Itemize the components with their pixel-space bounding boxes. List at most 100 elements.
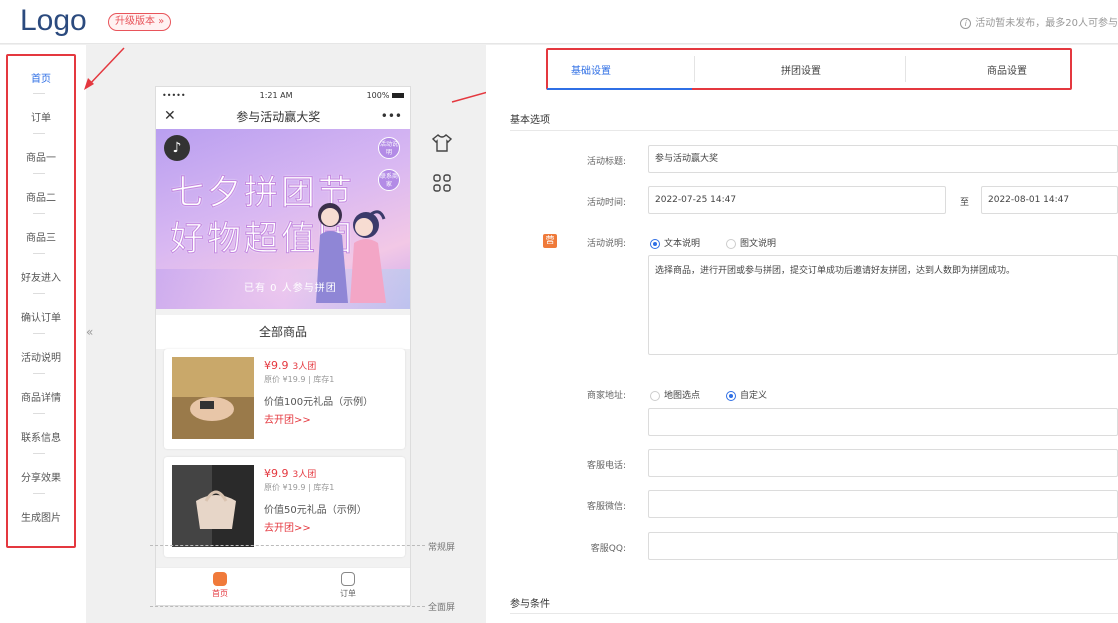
title-input[interactable]: 参与活动赢大奖 bbox=[648, 145, 1118, 173]
phone-title: 参与活动赢大奖 bbox=[236, 109, 321, 124]
product-image bbox=[172, 357, 254, 439]
nav-item-product-1[interactable]: 商品一 bbox=[8, 149, 74, 164]
battery-indicator: 100% bbox=[367, 91, 404, 100]
full-screen-label: 全面屏 bbox=[428, 603, 456, 613]
product-original-price: 原价 ¥19.9 | 库存1 bbox=[264, 375, 335, 384]
address-radio-custom[interactable]: 自定义 bbox=[726, 388, 767, 401]
nav-item-order[interactable]: 订单 bbox=[8, 109, 74, 124]
product-price: ¥9.9 3人团 bbox=[264, 359, 317, 372]
desc-type-radio-text[interactable]: 文本说明 bbox=[650, 236, 700, 249]
nav-separator bbox=[33, 373, 45, 374]
nav-separator bbox=[33, 253, 45, 254]
product-image bbox=[172, 465, 254, 547]
nav-item-activity-desc[interactable]: 活动说明 bbox=[8, 349, 74, 364]
close-icon[interactable]: ✕ bbox=[164, 108, 176, 124]
more-icon[interactable]: ••• bbox=[381, 109, 402, 123]
home-icon bbox=[213, 572, 227, 586]
address-input[interactable] bbox=[648, 408, 1118, 436]
banner: ♪ 七夕拼团节 好物超值团 活动说明 联系商家 已有 0 人参与拼团 bbox=[156, 129, 410, 309]
tab-separator bbox=[905, 56, 906, 82]
logo: Logo bbox=[20, 4, 87, 37]
group-condition-title: 参与条件 bbox=[510, 599, 550, 610]
qq-label: 客服QQ: bbox=[590, 544, 626, 554]
nav-separator bbox=[33, 173, 45, 174]
phone-navbar: ✕ 参与活动赢大奖 ••• bbox=[156, 103, 410, 129]
tab-group-settings[interactable]: 拼团设置 bbox=[781, 62, 821, 77]
nav-item-generate-image[interactable]: 生成图片 bbox=[8, 509, 74, 524]
music-icon[interactable]: ♪ bbox=[164, 135, 190, 161]
tab-order[interactable]: 订单 bbox=[284, 568, 410, 605]
normal-screen-line bbox=[150, 545, 425, 546]
address-label: 商家地址: bbox=[586, 391, 626, 401]
radio-selected-icon bbox=[726, 390, 736, 401]
grid-icon[interactable] bbox=[433, 174, 451, 197]
divider bbox=[510, 130, 1118, 131]
notice-text: 活动暂未发布，最多20人可参与 bbox=[975, 18, 1118, 29]
product-original-price: 原价 ¥19.9 | 库存1 bbox=[264, 483, 335, 492]
radio-icon bbox=[650, 390, 660, 401]
nav-item-share[interactable]: 分享效果 bbox=[8, 469, 74, 484]
product-price: ¥9.9 3人团 bbox=[264, 467, 317, 480]
phone-preview: ••••• 1:21 AM 100% ✕ 参与活动赢大奖 ••• ♪ 七夕拼团节… bbox=[155, 86, 411, 606]
desc-type-radio-image[interactable]: 图文说明 bbox=[726, 236, 776, 249]
signal-icon: ••••• bbox=[162, 90, 186, 100]
product-card[interactable]: ¥9.9 3人团 原价 ¥19.9 | 库存1 价值50元礼品（示例） 去开团>> bbox=[164, 457, 405, 557]
nav-separator bbox=[33, 453, 45, 454]
publish-notice: i 活动暂未发布，最多20人可参与 bbox=[960, 14, 1118, 29]
product-gift: 价值50元礼品（示例） bbox=[264, 505, 367, 516]
marketing-badge: 营 bbox=[543, 234, 557, 248]
wechat-label: 客服微信: bbox=[586, 502, 626, 512]
status-bar: ••••• 1:21 AM 100% bbox=[156, 87, 410, 103]
info-icon: i bbox=[960, 18, 972, 29]
start-group-link[interactable]: 去开团>> bbox=[264, 519, 311, 534]
tab-home[interactable]: 首页 bbox=[156, 568, 284, 605]
nav-separator bbox=[33, 133, 45, 134]
radio-selected-icon bbox=[650, 238, 660, 249]
tab-basic-settings[interactable]: 基础设置 bbox=[571, 62, 611, 77]
start-group-link[interactable]: 去开团>> bbox=[264, 411, 311, 426]
service-wechat-input[interactable] bbox=[648, 490, 1118, 518]
order-icon bbox=[341, 572, 355, 586]
divider bbox=[510, 613, 1118, 614]
nav-item-product-3[interactable]: 商品三 bbox=[8, 229, 74, 244]
radio-icon bbox=[726, 238, 736, 249]
annotation-arrow-left bbox=[84, 47, 125, 90]
nav-item-product-2[interactable]: 商品二 bbox=[8, 189, 74, 204]
nav-separator bbox=[33, 333, 45, 334]
service-qq-input[interactable] bbox=[648, 532, 1118, 560]
time-to-label: 至 bbox=[960, 198, 970, 208]
tab-product-settings[interactable]: 商品设置 bbox=[987, 62, 1027, 77]
top-bar: Logo 升级版本 » i 活动暂未发布，最多20人可参与 bbox=[0, 0, 1118, 44]
upgrade-button[interactable]: 升级版本 » bbox=[108, 13, 172, 31]
status-time: 1:21 AM bbox=[259, 90, 293, 100]
nav-separator bbox=[33, 213, 45, 214]
time-label: 活动时间: bbox=[586, 198, 626, 208]
shirt-icon[interactable] bbox=[431, 134, 453, 157]
address-radio-map[interactable]: 地图选点 bbox=[650, 388, 700, 401]
activity-desc-bubble[interactable]: 活动说明 bbox=[378, 137, 400, 159]
nav-item-friend-enter[interactable]: 好友进入 bbox=[8, 269, 74, 284]
phone-tabbar: 首页 订单 bbox=[156, 567, 410, 605]
desc-textarea[interactable]: 选择商品，进行开团或参与拼团，提交订单成功后邀请好友拼团，达到人数即为拼团成功。 bbox=[648, 255, 1118, 355]
collapse-icon[interactable]: « bbox=[86, 325, 93, 339]
nav-item-contact[interactable]: 联系信息 bbox=[8, 429, 74, 444]
joined-count: 已有 0 人参与拼团 bbox=[244, 283, 337, 294]
service-phone-input[interactable] bbox=[648, 449, 1118, 477]
desc-label: 活动说明: bbox=[586, 239, 626, 249]
product-gift: 价值100元礼品（示例） bbox=[264, 397, 374, 408]
nav-item-confirm-order[interactable]: 确认订单 bbox=[8, 309, 74, 324]
nav-item-home[interactable]: 首页 bbox=[8, 70, 74, 85]
start-time-input[interactable]: 2022-07-25 14:47 bbox=[648, 186, 946, 214]
end-time-input[interactable]: 2022-08-01 14:47 bbox=[981, 186, 1118, 214]
full-screen-line bbox=[150, 606, 425, 607]
phone-label: 客服电话: bbox=[586, 461, 626, 471]
tab-separator bbox=[694, 56, 695, 82]
nav-separator bbox=[33, 93, 45, 94]
nav-separator bbox=[33, 293, 45, 294]
normal-screen-label: 常规屏 bbox=[428, 543, 456, 553]
product-card[interactable]: ¥9.9 3人团 原价 ¥19.9 | 库存1 价值100元礼品（示例） 去开团>… bbox=[164, 349, 405, 449]
group-basic-title: 基本选项 bbox=[510, 115, 550, 126]
nav-separator bbox=[33, 493, 45, 494]
left-nav: 首页 订单 商品一 商品二 商品三 好友进入 确认订单 活动说明 商品详情 联系… bbox=[0, 45, 86, 623]
nav-item-product-detail[interactable]: 商品详情 bbox=[8, 389, 74, 404]
